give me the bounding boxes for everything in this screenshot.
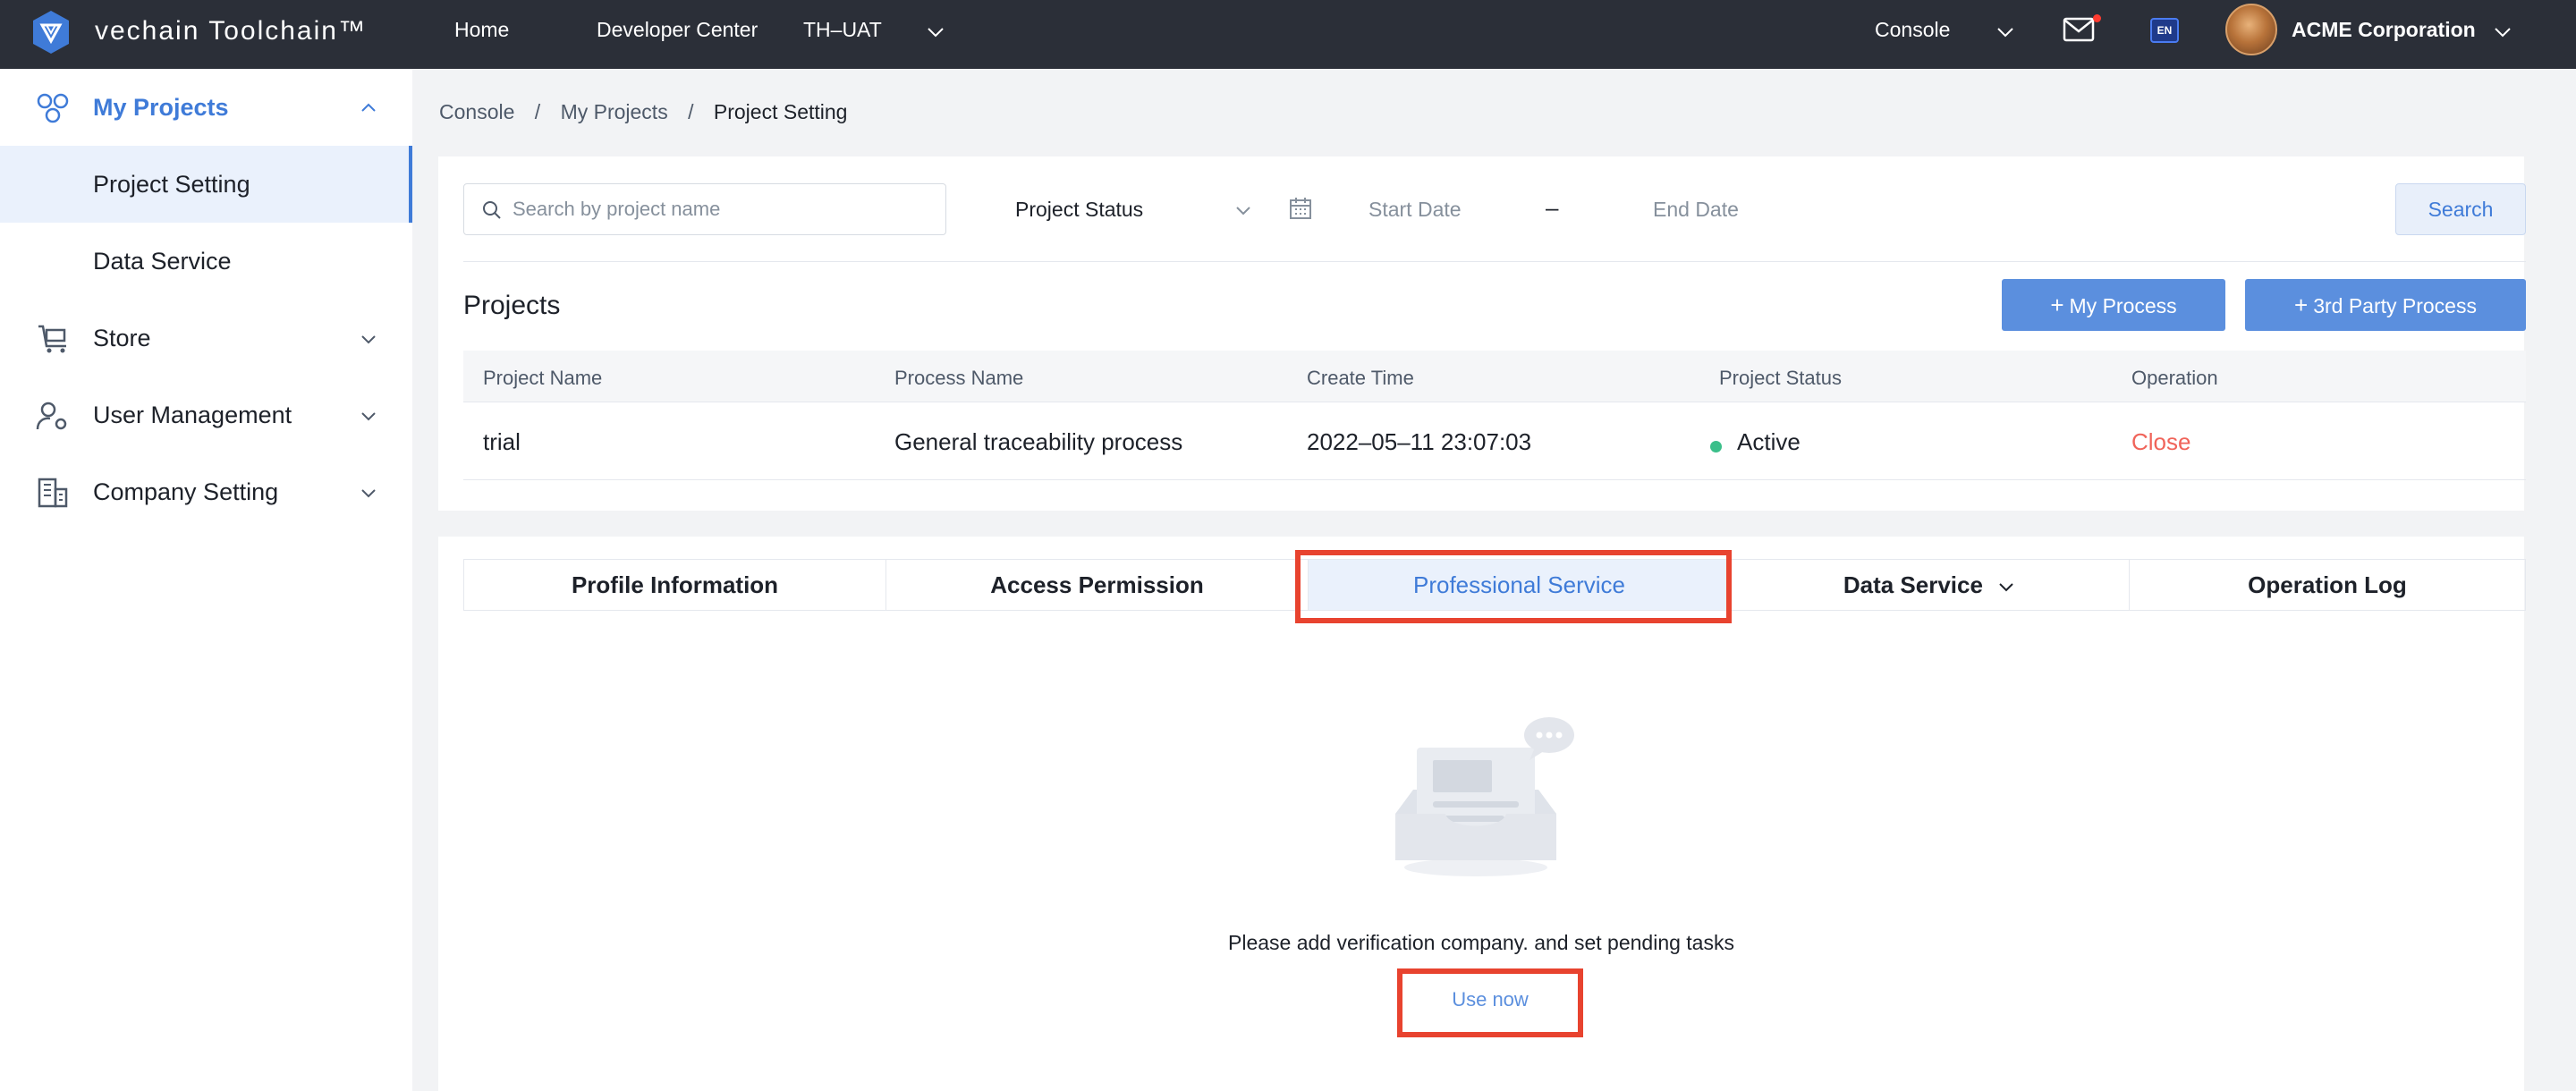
brand-name[interactable]: vechain Toolchain™ bbox=[95, 16, 367, 47]
sidebar-item-label: Project Setting bbox=[93, 171, 250, 198]
sidebar-item-label: My Projects bbox=[93, 94, 229, 121]
highlight-box bbox=[1397, 968, 1583, 1037]
language-switch[interactable]: EN bbox=[2150, 18, 2179, 43]
divider bbox=[463, 261, 2526, 262]
notification-dot bbox=[2093, 14, 2101, 22]
mail-icon bbox=[2063, 17, 2095, 42]
sidebar-item-my-projects[interactable]: My Projects bbox=[0, 69, 412, 146]
table-header: Project Name Process Name Create Time Pr… bbox=[463, 351, 2526, 402]
empty-inbox-icon bbox=[1395, 717, 1574, 876]
button-label: 3rd Party Process bbox=[2313, 294, 2477, 317]
chevron-down-icon bbox=[1999, 583, 2013, 592]
tab-operation-log[interactable]: Operation Log bbox=[2130, 560, 2525, 610]
status-badge: Active bbox=[1737, 428, 1801, 455]
environment-selector[interactable]: TH–UAT bbox=[803, 18, 882, 42]
project-status-select[interactable]: Project Status bbox=[1015, 198, 1143, 222]
breadcrumb-my-projects[interactable]: My Projects bbox=[561, 100, 668, 124]
breadcrumb-separator: / bbox=[688, 100, 694, 123]
nav-home-link[interactable]: Home bbox=[454, 18, 509, 42]
projects-heading: Projects bbox=[463, 291, 561, 320]
button-label: My Process bbox=[2069, 294, 2177, 317]
sidebar-item-data-service[interactable]: Data Service bbox=[0, 223, 412, 300]
calendar-icon[interactable] bbox=[1288, 196, 1313, 221]
column-header-process-name: Process Name bbox=[894, 367, 1024, 389]
highlight-box bbox=[1295, 550, 1732, 623]
cell-create-time: 2022–05–11 23:07:03 bbox=[1307, 428, 1532, 455]
projects-panel: Project Status Start Date – End Date Sea… bbox=[438, 156, 2526, 511]
sidebar-item-store[interactable]: Store bbox=[0, 300, 412, 376]
store-icon bbox=[38, 325, 66, 353]
chevron-down-icon[interactable] bbox=[1995, 21, 2016, 43]
sidebar-item-label: User Management bbox=[93, 402, 292, 428]
sidebar-item-label: Data Service bbox=[93, 248, 232, 275]
chevron-up-icon bbox=[361, 103, 376, 112]
end-date-input[interactable]: End Date bbox=[1653, 198, 1739, 222]
status-indicator bbox=[1710, 441, 1722, 452]
search-button[interactable]: Search bbox=[2395, 183, 2526, 235]
tab-access-permission[interactable]: Access Permission bbox=[886, 560, 1309, 610]
close-project-link[interactable]: Close bbox=[2131, 428, 2190, 456]
cell-project-name: trial bbox=[483, 428, 521, 455]
plus-icon: + bbox=[2294, 292, 2309, 318]
search-input[interactable] bbox=[463, 183, 946, 235]
column-header-operation: Operation bbox=[2131, 367, 2218, 389]
column-header-create-time: Create Time bbox=[1307, 367, 1414, 389]
project-detail-panel: Profile Information Access Permission Pr… bbox=[438, 537, 2526, 1091]
chevron-down-icon bbox=[361, 489, 376, 498]
tab-data-service[interactable]: Data Service bbox=[1731, 560, 2130, 610]
nav-developer-center-link[interactable]: Developer Center bbox=[597, 18, 758, 42]
plus-icon: + bbox=[2050, 292, 2064, 318]
date-range-separator: – bbox=[1546, 194, 1559, 221]
sidebar-item-project-setting[interactable]: Project Setting bbox=[0, 146, 412, 223]
user-settings-icon bbox=[36, 402, 67, 430]
cell-process-name: General traceability process bbox=[894, 428, 1183, 455]
chevron-down-icon[interactable] bbox=[1233, 199, 1254, 221]
sidebar: My Projects Project Setting Data Service… bbox=[0, 69, 412, 1091]
console-menu[interactable]: Console bbox=[1875, 18, 1950, 42]
empty-state-message: Please add verification company. and set… bbox=[1228, 931, 1734, 954]
vechain-logo-icon[interactable] bbox=[30, 9, 72, 55]
search-icon bbox=[483, 201, 501, 219]
chevron-down-icon[interactable] bbox=[925, 21, 946, 43]
messages-button[interactable] bbox=[2063, 14, 2101, 43]
tab-profile-information[interactable]: Profile Information bbox=[464, 560, 886, 610]
building-icon bbox=[38, 478, 68, 508]
breadcrumb-console[interactable]: Console bbox=[439, 100, 514, 124]
breadcrumb-separator: / bbox=[534, 100, 541, 123]
sidebar-item-label: Company Setting bbox=[93, 478, 279, 505]
column-header-project-name: Project Name bbox=[483, 367, 603, 389]
sidebar-item-user-management[interactable]: User Management bbox=[0, 376, 412, 453]
breadcrumb: Console / My Projects / Project Setting bbox=[439, 100, 847, 124]
chevron-down-icon bbox=[361, 412, 376, 421]
chevron-down-icon bbox=[361, 335, 376, 344]
tab-label: Data Service bbox=[1843, 571, 1983, 598]
projects-icon bbox=[37, 93, 69, 123]
breadcrumb-current: Project Setting bbox=[713, 100, 848, 123]
add-my-process-button[interactable]: + My Process bbox=[2002, 279, 2225, 331]
table-row[interactable]: trial General traceability process 2022–… bbox=[463, 403, 2526, 480]
column-header-project-status: Project Status bbox=[1719, 367, 1842, 389]
start-date-input[interactable]: Start Date bbox=[1368, 198, 1462, 222]
add-third-party-process-button[interactable]: +3rd Party Process bbox=[2245, 279, 2526, 331]
chevron-down-icon[interactable] bbox=[2492, 21, 2513, 43]
avatar[interactable] bbox=[2225, 4, 2277, 55]
account-name[interactable]: ACME Corporation bbox=[2292, 18, 2476, 42]
sidebar-item-company-setting[interactable]: Company Setting bbox=[0, 453, 412, 530]
top-navigation-bar: vechain Toolchain™ Home Developer Center… bbox=[0, 0, 2576, 69]
sidebar-item-label: Store bbox=[93, 325, 151, 351]
